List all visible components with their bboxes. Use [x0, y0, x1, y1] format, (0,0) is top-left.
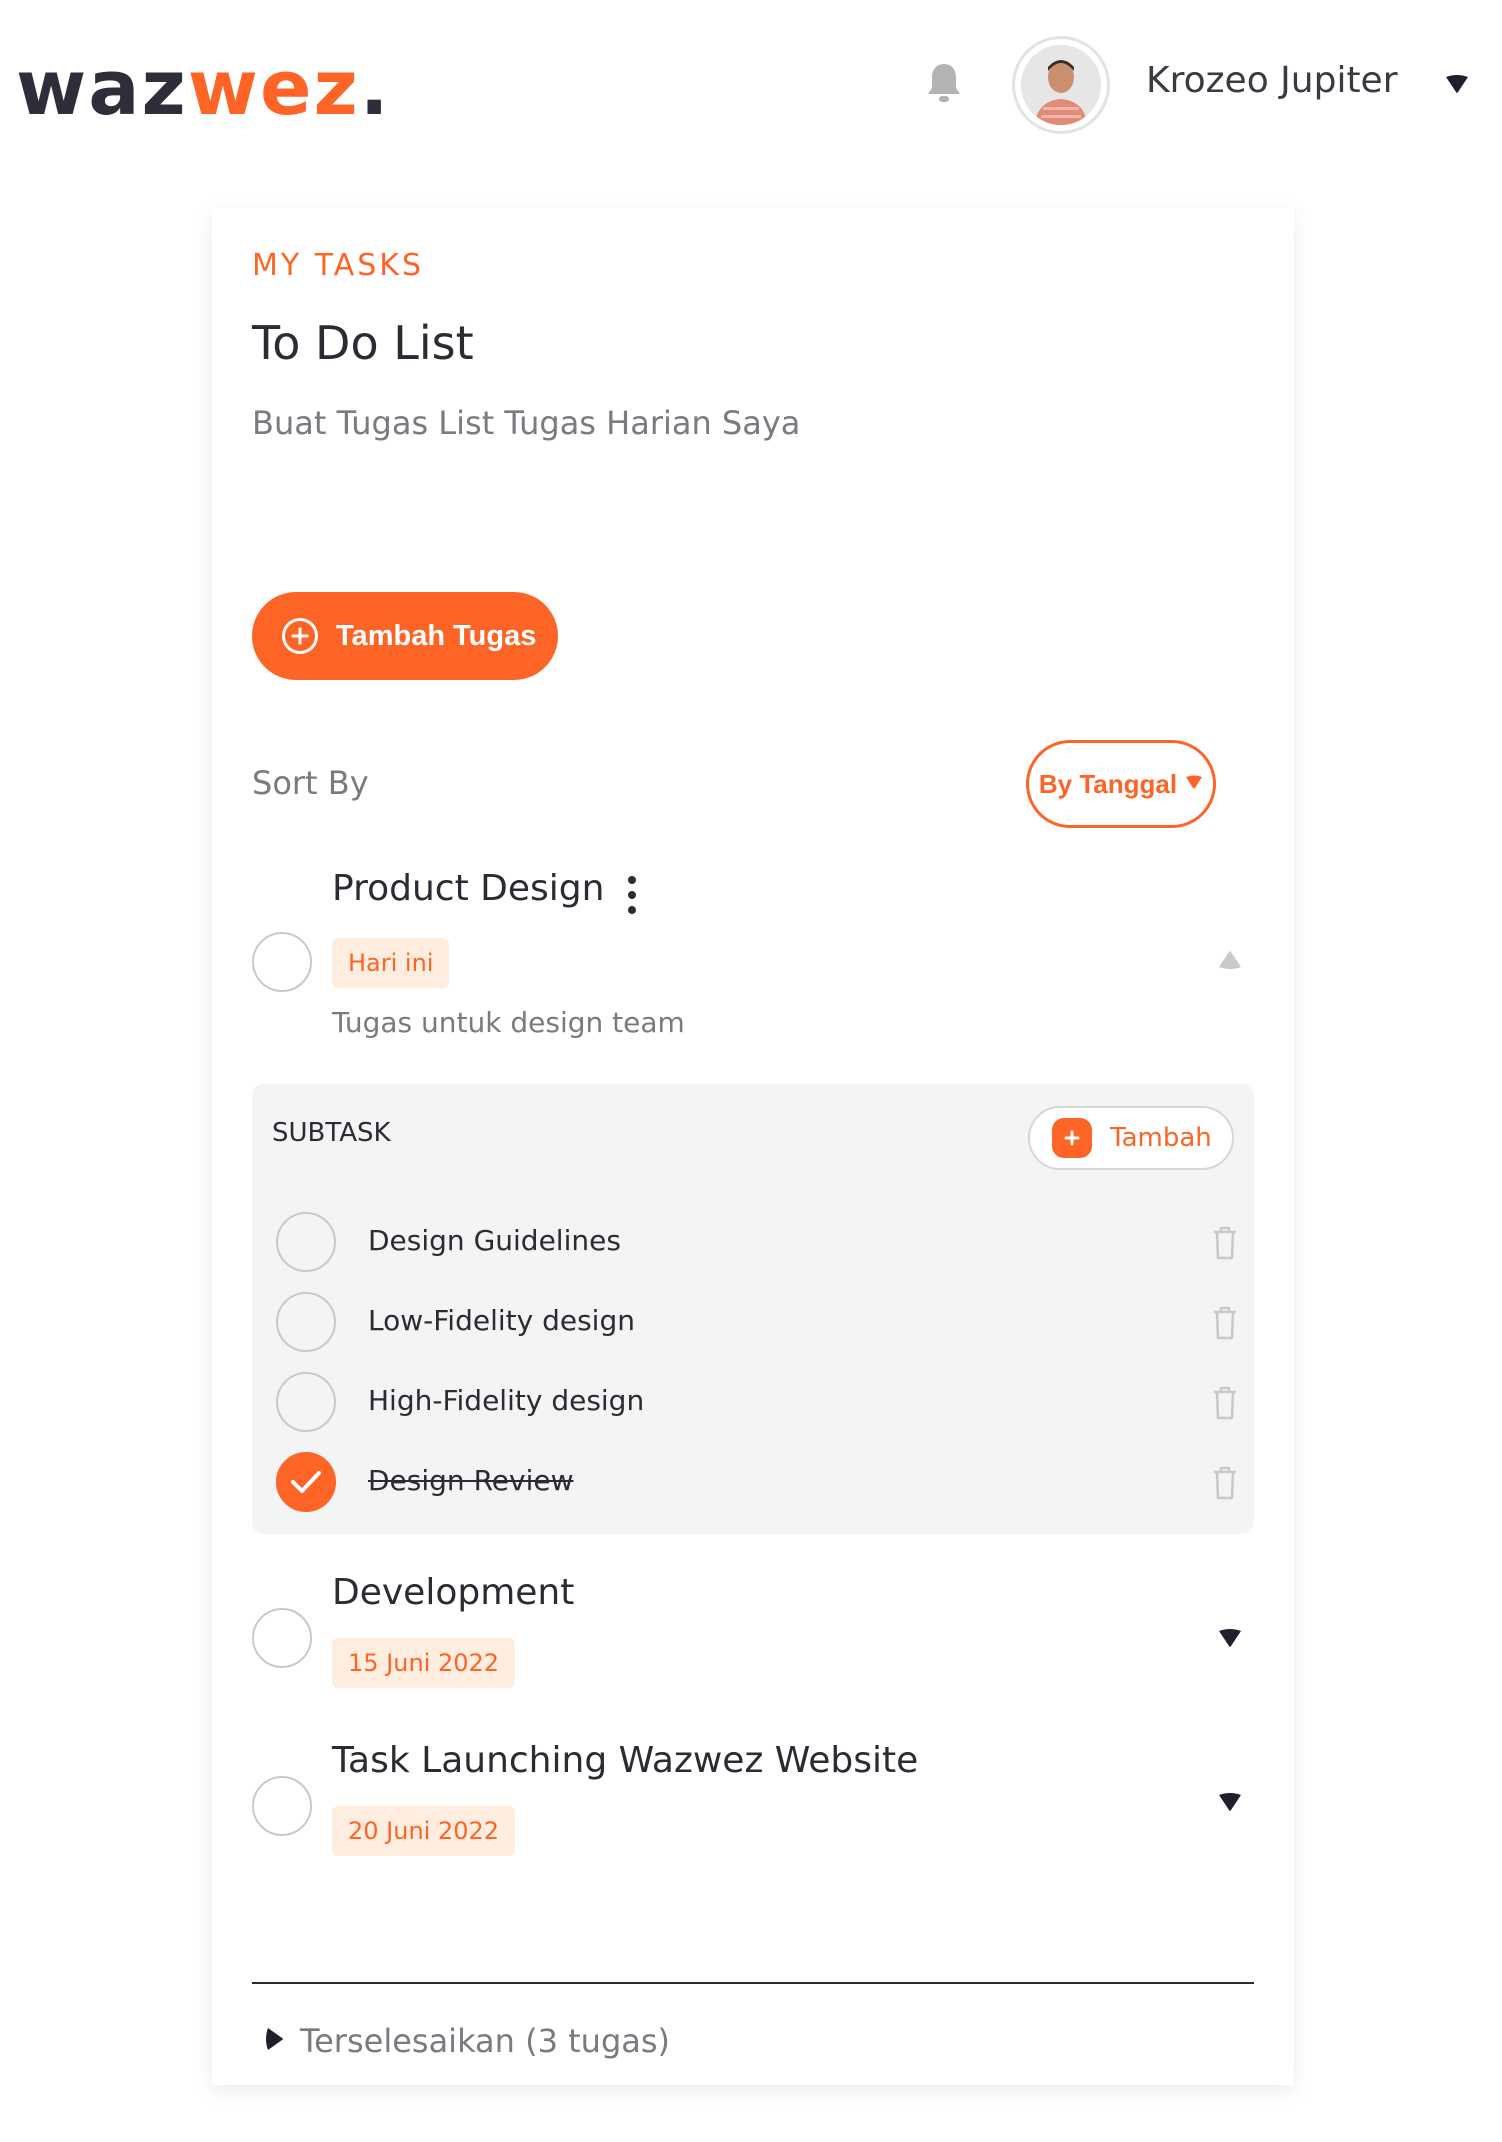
trash-icon[interactable] [1210, 1382, 1240, 1422]
task-title[interactable]: Development [332, 1572, 574, 1613]
avatar-photo [1021, 45, 1101, 125]
task-date-badge: 20 Juni 2022 [332, 1806, 516, 1856]
add-task-button[interactable]: Tambah Tugas [252, 592, 558, 680]
chevron-down-icon[interactable] [1210, 1782, 1250, 1822]
sort-dropdown[interactable]: By Tanggal [1026, 740, 1216, 828]
subtask-row: High-Fidelity design [276, 1372, 1236, 1432]
subtask-checkbox-checked[interactable] [276, 1452, 336, 1512]
subtask-row: Low-Fidelity design [276, 1292, 1236, 1352]
subtask-label: Low-Fidelity design [368, 1304, 635, 1337]
subtask-label: Design Review [368, 1464, 574, 1497]
todo-card: MY TASKS To Do List Buat Tugas List Tuga… [212, 208, 1294, 2085]
avatar[interactable] [1012, 36, 1110, 134]
chevron-down-icon[interactable] [1210, 1618, 1250, 1658]
chevron-up-icon[interactable] [1210, 940, 1250, 980]
task-item: Task Launching Wazwez Website 20 Juni 20… [252, 1738, 1254, 1858]
logo-text-waz: waz [16, 43, 188, 132]
app-header: wazwez. Krozeo Jupiter [0, 0, 1502, 170]
more-options-icon[interactable] [622, 870, 642, 920]
task-checkbox[interactable] [252, 932, 312, 992]
checkmark-icon [291, 1471, 321, 1493]
completed-tasks-toggle[interactable]: Terselesaikan (3 tugas) [264, 2022, 670, 2060]
task-checkbox[interactable] [252, 1776, 312, 1836]
section-eyebrow: MY TASKS [252, 248, 425, 283]
trash-icon[interactable] [1210, 1302, 1240, 1342]
page-title: To Do List [252, 316, 474, 370]
subtask-label: High-Fidelity design [368, 1384, 645, 1417]
plus-icon [1052, 1118, 1092, 1158]
caret-right-icon [264, 2026, 284, 2057]
add-task-label: Tambah Tugas [336, 619, 537, 652]
completed-tasks-label: Terselesaikan (3 tugas) [300, 2022, 671, 2060]
caret-down-icon [1185, 774, 1203, 795]
subtask-checkbox[interactable] [276, 1212, 336, 1272]
task-description: Tugas untuk design team [332, 1006, 685, 1039]
wazwez-logo[interactable]: wazwez. [16, 38, 391, 138]
task-title[interactable]: Product Design [332, 868, 604, 909]
sort-value: By Tanggal [1038, 768, 1178, 799]
task-item: Development 15 Juni 2022 [252, 1570, 1254, 1690]
task-checkbox[interactable] [252, 1608, 312, 1668]
add-subtask-label: Tambah [1110, 1123, 1212, 1153]
subtask-row: Design Review [276, 1452, 1236, 1512]
caret-down-icon[interactable] [1444, 73, 1470, 100]
divider [252, 1982, 1254, 1984]
page-subtitle: Buat Tugas List Tugas Harian Saya [252, 404, 801, 442]
task-date-badge: 15 Juni 2022 [332, 1638, 516, 1688]
subtask-row: Design Guidelines [276, 1212, 1236, 1272]
logo-text-wez: wez [187, 43, 360, 132]
subtask-label: Design Guidelines [368, 1224, 621, 1257]
task-item: Product Design Hari ini Tugas untuk desi… [252, 866, 1254, 1046]
plus-circle-icon [282, 618, 318, 654]
sort-label: Sort By [252, 764, 369, 802]
bell-icon[interactable] [924, 60, 964, 106]
logo-dot: . [359, 43, 391, 132]
subtask-panel: SUBTASK Tambah Design Guidelines Low-Fid… [252, 1084, 1254, 1534]
trash-icon[interactable] [1210, 1462, 1240, 1502]
subtask-checkbox[interactable] [276, 1372, 336, 1432]
trash-icon[interactable] [1210, 1222, 1240, 1262]
subtask-checkbox[interactable] [276, 1292, 336, 1352]
user-name[interactable]: Krozeo Jupiter [1146, 56, 1398, 106]
subtask-heading: SUBTASK [272, 1118, 391, 1148]
task-date-badge: Hari ini [332, 938, 450, 988]
task-title[interactable]: Task Launching Wazwez Website [332, 1740, 918, 1781]
add-subtask-button[interactable]: Tambah [1028, 1106, 1234, 1170]
